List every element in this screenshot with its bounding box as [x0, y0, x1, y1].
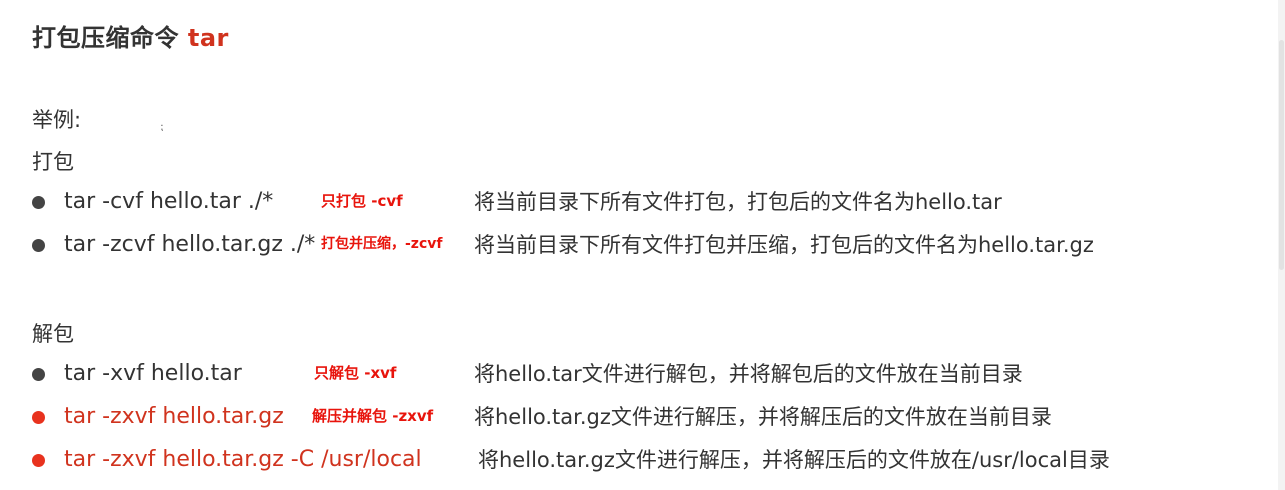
command-description: 将hello.tar文件进行解包，并将解包后的文件放在当前目录 [474, 362, 1023, 386]
title-command: tar [187, 24, 229, 52]
command-note: 解压并解包 -zxvf [312, 407, 434, 425]
command-text: tar -cvf hello.tar ./* [64, 189, 274, 214]
command-note: 只解包 -xvf [314, 364, 397, 382]
list-item: tar -zxvf hello.tar.gz 解压并解包 -zxvf 将hell… [0, 402, 1285, 432]
command-description: 将当前目录下所有文件打包，打包后的文件名为hello.tar [474, 190, 1002, 214]
page-title: 打包压缩命令 tar [32, 18, 229, 53]
pack-section-label: 打包 [32, 150, 74, 174]
scrollbar[interactable] [1278, 0, 1285, 490]
command-note: 只打包 -cvf [321, 192, 403, 210]
command-description: 将hello.tar.gz文件进行解压，并将解压后的文件放在当前目录 [474, 405, 1052, 429]
list-item: tar -cvf hello.tar ./* 只打包 -cvf 将当前目录下所有… [0, 187, 1285, 217]
list-item: tar -zcvf hello.tar.gz ./* 打包并压缩，-zcvf 将… [0, 230, 1285, 260]
command-description: 将当前目录下所有文件打包并压缩，打包后的文件名为hello.tar.gz [474, 233, 1094, 257]
bullet-icon [32, 368, 45, 381]
bullet-icon [32, 411, 45, 424]
command-text: tar -xvf hello.tar [64, 361, 242, 386]
command-text: tar -zxvf hello.tar.gz [64, 404, 284, 429]
bullet-icon [32, 454, 45, 467]
stray-mark: ⁏ [160, 122, 164, 133]
bullet-icon [32, 196, 45, 209]
list-item: tar -zxvf hello.tar.gz -C /usr/local 将he… [0, 445, 1285, 475]
bullet-icon [32, 239, 45, 252]
title-text: 打包压缩命令 [32, 24, 179, 52]
example-label: 举例: [32, 108, 82, 132]
command-text: tar -zxvf hello.tar.gz -C /usr/local [64, 447, 422, 472]
unpack-section-label: 解包 [32, 322, 74, 346]
list-item: tar -xvf hello.tar 只解包 -xvf 将hello.tar文件… [0, 359, 1285, 389]
command-note: 打包并压缩，-zcvf [321, 236, 443, 252]
command-text: tar -zcvf hello.tar.gz ./* [64, 232, 316, 257]
command-description: 将hello.tar.gz文件进行解压，并将解压后的文件放在/usr/local… [478, 448, 1110, 472]
scrollbar-thumb[interactable] [1279, 40, 1284, 270]
